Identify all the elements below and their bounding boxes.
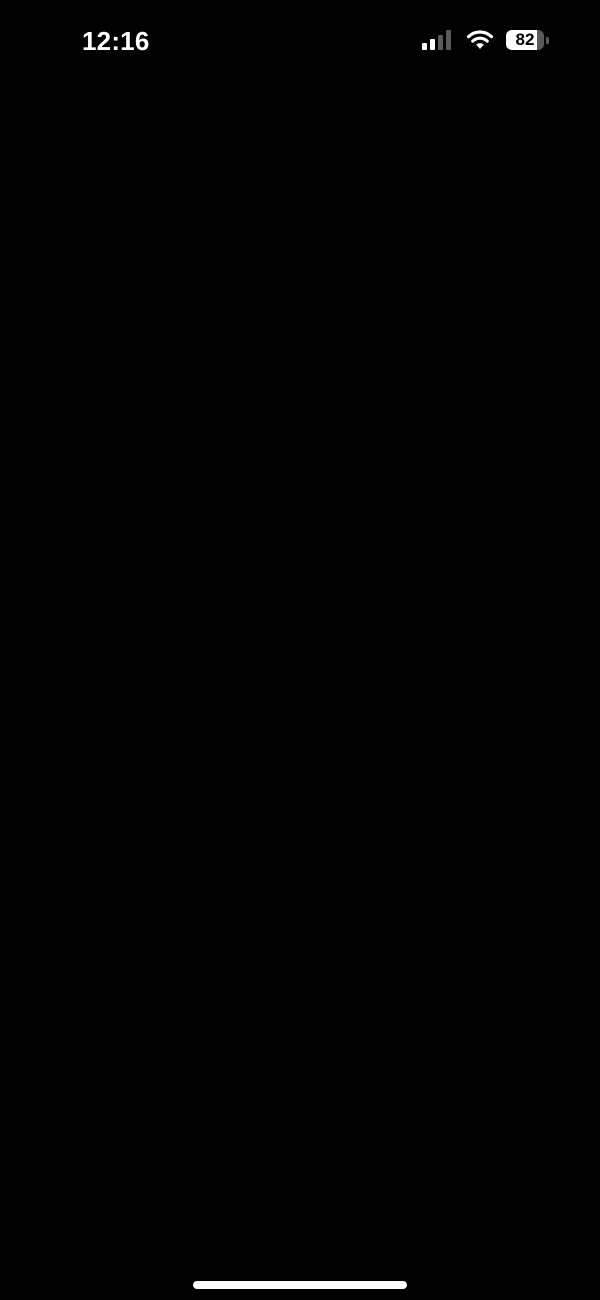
signal-bar-1 (422, 43, 427, 50)
blank-content-area (0, 80, 600, 1260)
status-time: 12:16 (82, 26, 150, 56)
home-indicator[interactable] (193, 1281, 407, 1289)
battery-tip (546, 37, 549, 44)
signal-icon (422, 30, 451, 50)
battery-level: 82 (515, 30, 535, 49)
battery-icon: 82 (506, 28, 550, 52)
wifi-icon (467, 30, 493, 49)
signal-bar-3 (438, 35, 443, 50)
signal-bar-2 (430, 39, 435, 50)
phone-screen: 12:16 82 (0, 0, 600, 1300)
signal-bar-4 (446, 30, 451, 50)
status-bar: 12:16 82 (0, 0, 600, 80)
status-icons: 82 (422, 28, 550, 52)
